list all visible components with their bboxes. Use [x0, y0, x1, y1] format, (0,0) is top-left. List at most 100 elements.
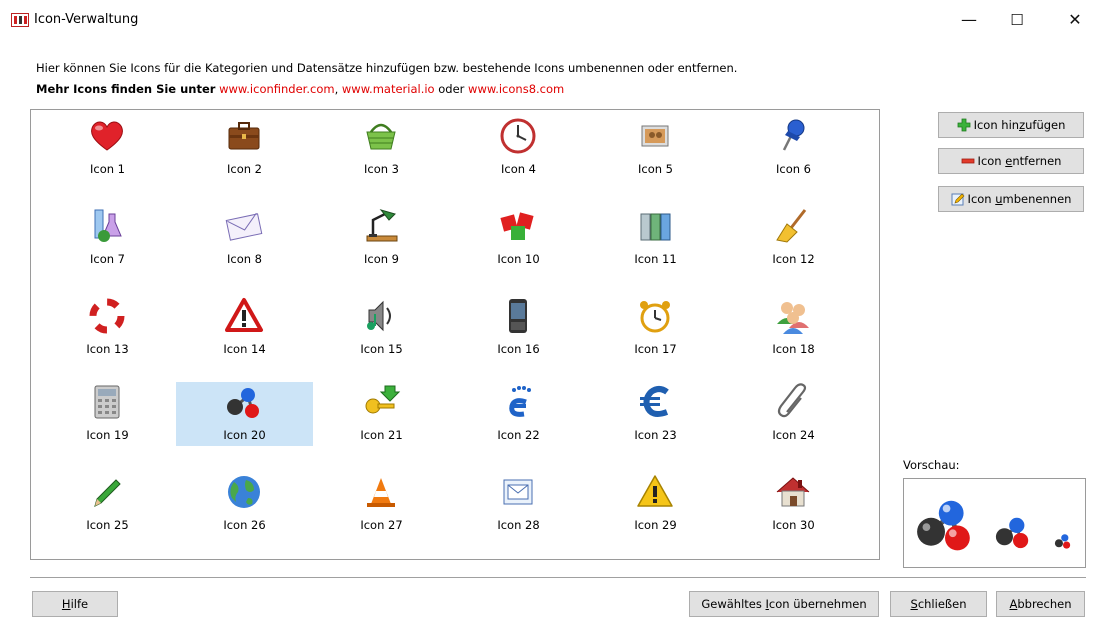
icon-tile-label: Icon 6: [775, 162, 811, 176]
icon-tile-label: Icon 2: [226, 162, 262, 176]
icon-tile[interactable]: Icon 30: [725, 472, 862, 536]
lifebuoy-icon: [89, 298, 125, 334]
icon-tile[interactable]: Icon 27: [313, 472, 450, 536]
cancel-button[interactable]: Abbrechen: [996, 591, 1085, 617]
icon-tile[interactable]: Icon 19: [39, 382, 176, 446]
description-text: Hier können Sie Icons für die Kategorien…: [36, 61, 738, 75]
icon-tile[interactable]: Icon 10: [450, 206, 587, 270]
window-title: Icon-Verwaltung: [34, 12, 139, 27]
icon-tile-label: Icon 7: [89, 252, 125, 266]
material-link[interactable]: www.material.io: [342, 82, 435, 96]
icon-tile-label: Icon 24: [772, 428, 815, 442]
icon-tile[interactable]: Icon 20: [176, 382, 313, 446]
paperclip-icon: [777, 383, 807, 418]
icon-tile[interactable]: Icon 23: [587, 382, 724, 446]
icon-tile[interactable]: Icon 15: [313, 296, 450, 360]
icon-tile[interactable]: Icon 9: [313, 206, 450, 270]
icon-tile[interactable]: Icon 4: [450, 116, 587, 180]
key-arrow-icon: [365, 385, 401, 414]
more-icons-line: Mehr Icons finden Sie unter www.iconfind…: [36, 82, 564, 96]
molecule-preview-medium-icon: [995, 517, 1029, 549]
icon-tile[interactable]: Icon 21: [313, 382, 450, 446]
icon-tile-label: Icon 12: [772, 252, 815, 266]
speaker-music-icon: [367, 300, 391, 332]
icon-tile-label: Icon 28: [497, 518, 540, 532]
calculator-icon: [94, 385, 120, 419]
icon-tile[interactable]: Icon 25: [39, 472, 176, 536]
icon-tile-label: Icon 19: [86, 428, 129, 442]
icon-tile[interactable]: Icon 5: [587, 116, 724, 180]
briefcase-icon: [228, 122, 260, 150]
warning-triangle-icon: [225, 298, 263, 332]
close-window-button[interactable]: ✕: [1052, 4, 1098, 36]
more-icons-prefix: Mehr Icons finden Sie unter: [36, 82, 216, 96]
caution-icon: [637, 475, 673, 507]
mobile-phone-icon: [509, 299, 527, 333]
maximize-button[interactable]: ☐: [994, 4, 1040, 36]
basket-icon: [366, 123, 396, 150]
clock-icon: [500, 118, 536, 154]
globe-icon: [228, 476, 260, 508]
icon-tile-label: Icon 20: [223, 428, 266, 442]
icon-tile[interactable]: Icon 24: [725, 382, 862, 446]
icon-tile-label: Icon 21: [360, 428, 403, 442]
house-icon: [776, 477, 810, 507]
icons8-link[interactable]: www.icons8.com: [468, 82, 564, 96]
icon-tile-label: Icon 11: [634, 252, 677, 266]
icon-tile[interactable]: Icon 14: [176, 296, 313, 360]
icon-tile-label: Icon 29: [634, 518, 677, 532]
lab-flask-icon: [94, 209, 122, 242]
icon-tile[interactable]: Icon 16: [450, 296, 587, 360]
icon-tile-label: Icon 15: [360, 342, 403, 356]
icon-tile[interactable]: Icon 3: [313, 116, 450, 180]
minus-icon: [961, 158, 974, 164]
footprint-e-icon: [509, 386, 531, 417]
icon-tile[interactable]: Icon 8: [176, 206, 313, 270]
icon-tile-label: Icon 27: [360, 518, 403, 532]
icon-preview: [903, 478, 1086, 568]
icon-tile[interactable]: Icon 6: [725, 116, 862, 180]
icon-tile[interactable]: Icon 18: [725, 296, 862, 360]
apply-icon-button[interactable]: Gewähltes Icon übernehmen: [689, 591, 879, 617]
separator-comma: ,: [334, 82, 339, 96]
icon-tile[interactable]: Icon 2: [176, 116, 313, 180]
alarm-clock-icon: [640, 301, 670, 333]
remove-icon-button[interactable]: Icon entfernen: [938, 148, 1084, 174]
broom-icon: [776, 209, 807, 243]
iconfinder-link[interactable]: www.iconfinder.com: [219, 82, 334, 96]
minimize-button[interactable]: —: [946, 4, 992, 36]
mail-window-icon: [503, 479, 533, 505]
icon-tile[interactable]: Icon 13: [39, 296, 176, 360]
help-button[interactable]: Hilfe: [32, 591, 118, 617]
icon-tile[interactable]: Icon 26: [176, 472, 313, 536]
icon-tile-label: Icon 4: [500, 162, 536, 176]
icon-tile[interactable]: Icon 22: [450, 382, 587, 446]
euro-icon: [640, 386, 669, 417]
icon-tile[interactable]: Icon 1: [39, 116, 176, 180]
envelope-icon: [225, 212, 263, 241]
close-button[interactable]: Schließen: [890, 591, 987, 617]
molecule-preview-small-icon: [1054, 534, 1071, 549]
icon-tile-label: Icon 13: [86, 342, 129, 356]
icon-tile[interactable]: Icon 28: [450, 472, 587, 536]
photo-icon: [641, 125, 669, 147]
icon-tile[interactable]: Icon 7: [39, 206, 176, 270]
add-icon-button[interactable]: Icon hinzufügen: [938, 112, 1084, 138]
icon-tile-label: Icon 17: [634, 342, 677, 356]
icon-tile-label: Icon 9: [363, 252, 399, 266]
binders-icon: [640, 213, 671, 241]
preview-label: Vorschau:: [903, 458, 960, 472]
icon-grid[interactable]: Icon 1 Icon 2 Icon 3 Icon 4 Icon 5 Icon 6 Icon…: [30, 109, 880, 560]
cubes-icon: [500, 212, 534, 240]
icon-tile[interactable]: Icon 29: [587, 472, 724, 536]
separator-oder: oder: [438, 82, 465, 96]
icon-tile-label: Icon 18: [772, 342, 815, 356]
icon-tile[interactable]: Icon 11: [587, 206, 724, 270]
icon-tile[interactable]: Icon 12: [725, 206, 862, 270]
icon-tile[interactable]: Icon 17: [587, 296, 724, 360]
traffic-cone-icon: [367, 478, 395, 507]
molecule-preview-large-icon: [917, 500, 970, 551]
rename-icon-button[interactable]: Icon umbenennen: [938, 186, 1084, 212]
icon-tile-label: Icon 25: [86, 518, 129, 532]
icon-tile-label: Icon 14: [223, 342, 266, 356]
